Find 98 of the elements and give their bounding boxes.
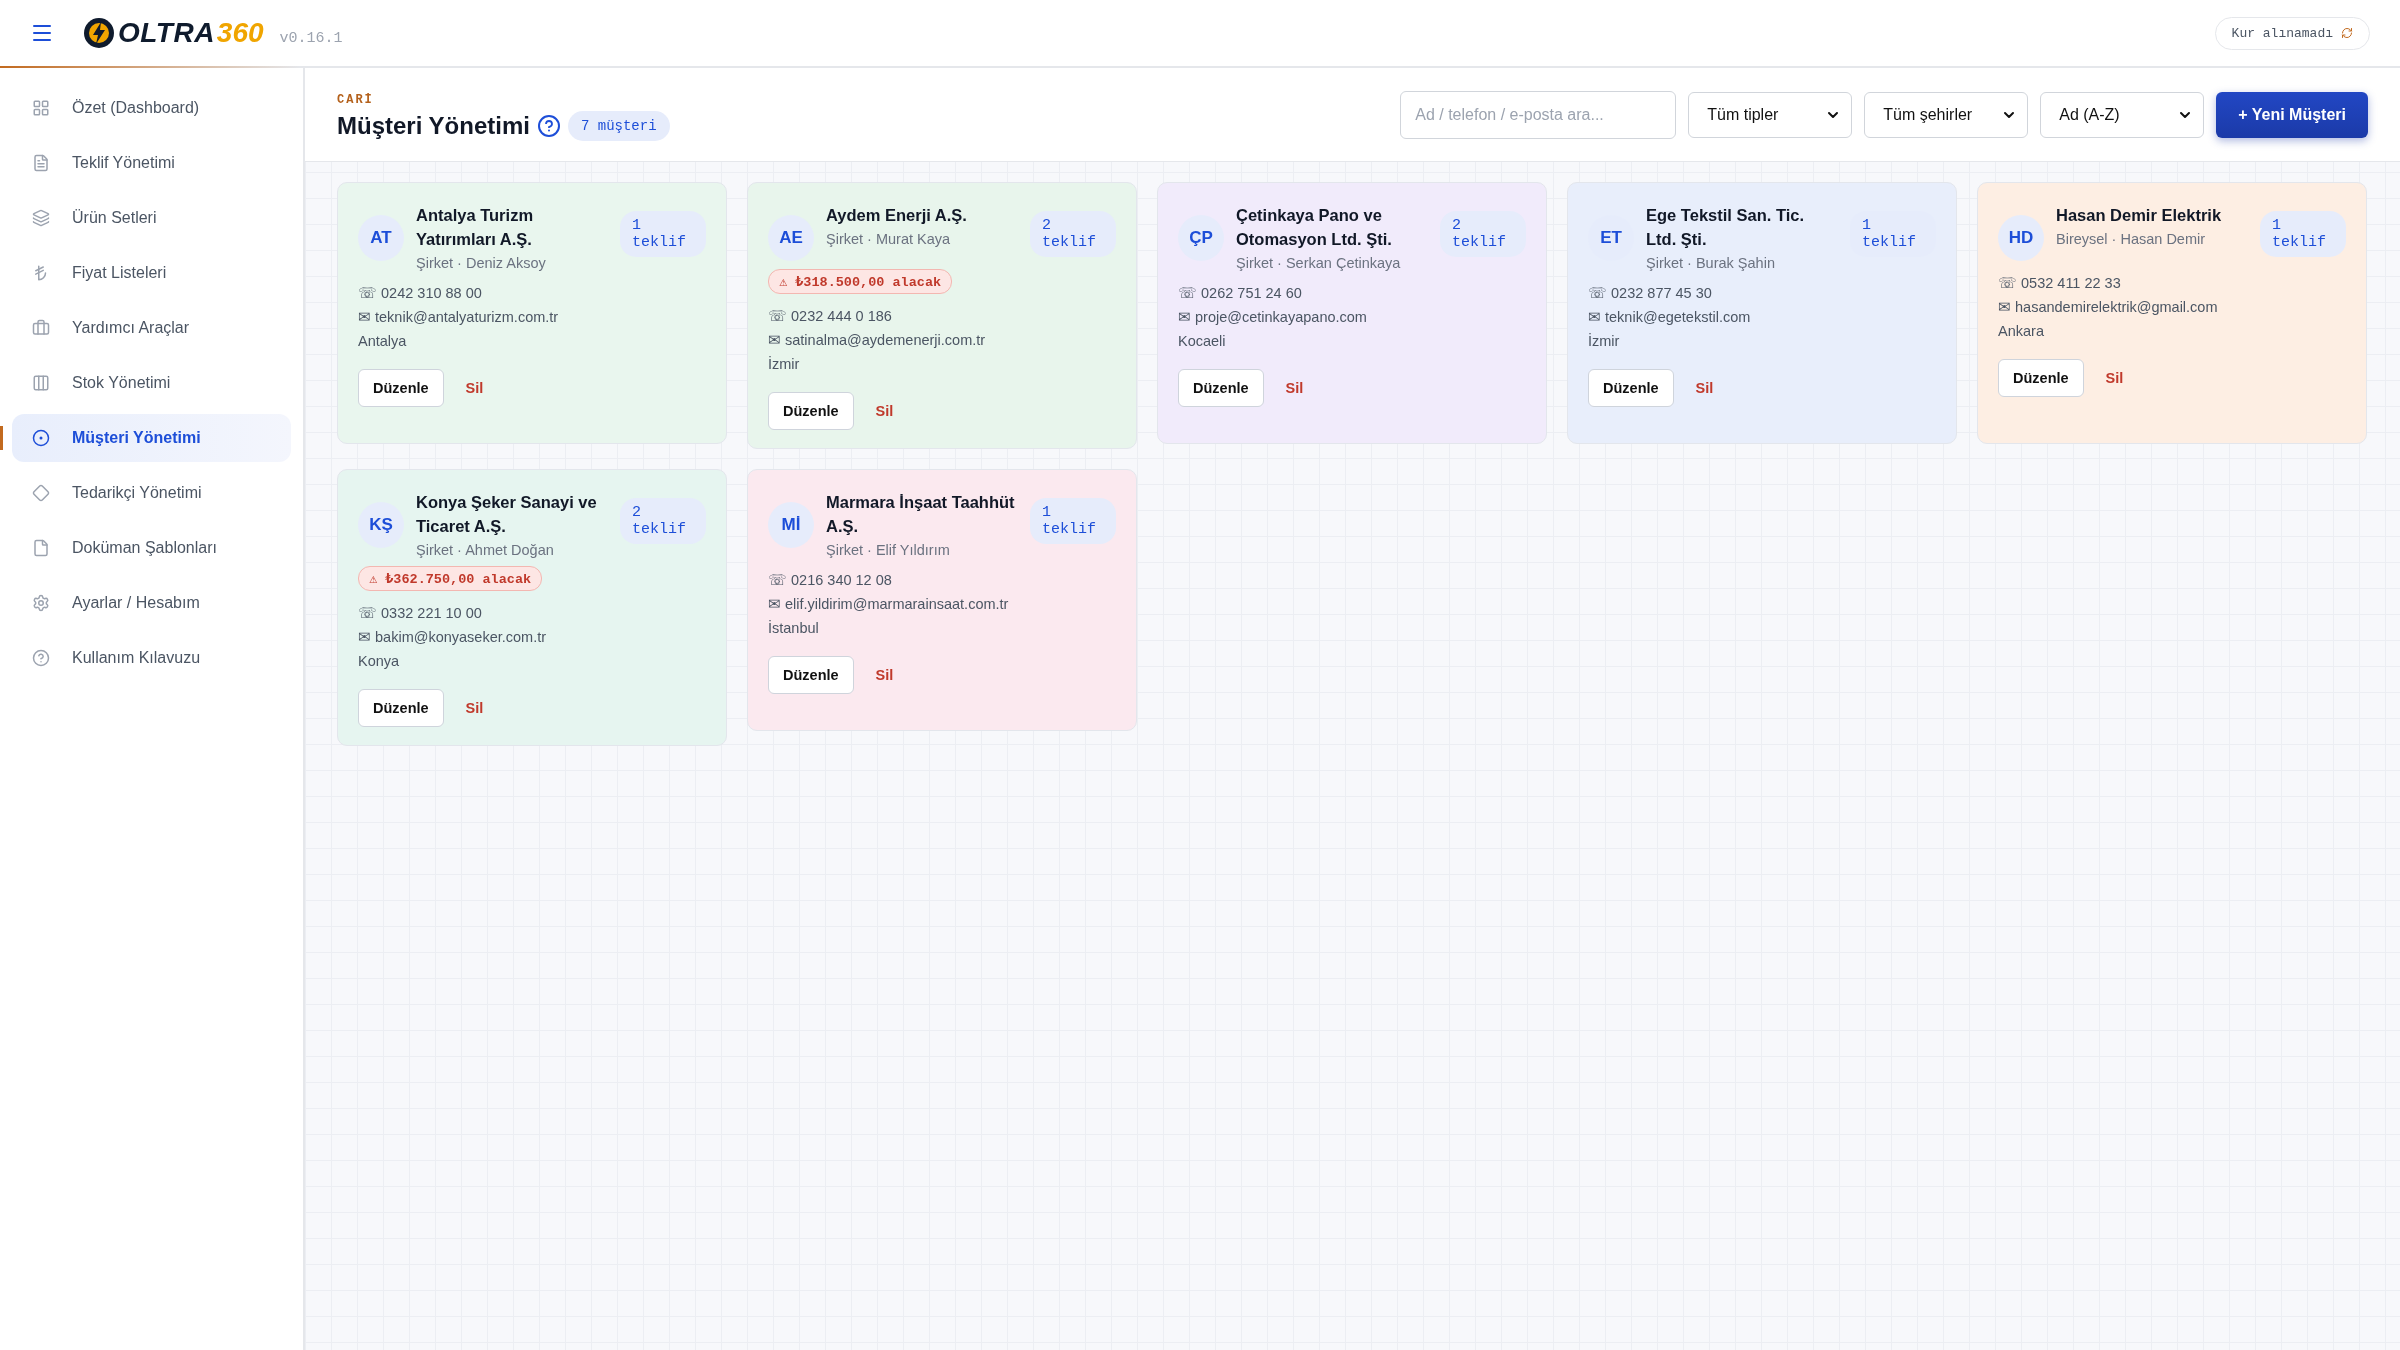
delete-button[interactable]: Sil <box>875 403 894 419</box>
receivable-badge: ⚠ ₺362.750,00 alacak <box>358 566 543 591</box>
email-text: ✉ hasandemirelektrik@gmail.com <box>1998 299 2219 315</box>
city-text: Konya <box>358 653 401 669</box>
offer-count-badge: 2 teklif <box>620 498 706 544</box>
city-text: İstanbul <box>768 620 820 636</box>
filter-dropdown[interactable]: Ad (A-Z) <box>2040 91 2205 138</box>
edit-button[interactable]: Düzenle <box>768 392 854 430</box>
delete-button[interactable]: Sil <box>465 380 484 396</box>
customer-name: Marmara İnşaat Taahhüt A.Ş. <box>826 492 1016 537</box>
sidebar-item[interactable]: Yardımcı Araçlar <box>12 304 291 352</box>
initials-avatar: AE <box>768 215 814 261</box>
phone-text: ☏ 0216 340 12 08 <box>768 572 893 588</box>
customer-subtitle: Şirket · Deniz Aksoy <box>416 255 547 271</box>
email-text: ✉ satinalma@aydemenerji.com.tr <box>768 332 987 348</box>
new-customer-button[interactable]: + Yeni Müşteri <box>2216 91 2368 138</box>
columns-icon <box>32 374 50 392</box>
sidebar-item[interactable]: Özet (Dashboard) <box>12 84 291 132</box>
count-badge: 7 müşteri <box>567 110 670 141</box>
phone-text: ☏ 0262 751 24 60 <box>1178 285 1303 301</box>
sidebar-item[interactable]: Teklif Yönetimi <box>12 139 291 187</box>
sidebar-item[interactable]: Doküman Şablonları <box>12 524 291 572</box>
offer-count-badge: 2 teklif <box>1440 211 1526 257</box>
customer-name: Hasan Demir Elektrik <box>2056 205 2223 226</box>
refresh-icon <box>2341 27 2353 39</box>
initials-avatar: Mİ <box>768 502 814 548</box>
phone-text: ☏ 0232 877 45 30 <box>1588 285 1713 301</box>
initials-avatar: KŞ <box>358 502 404 548</box>
help-button[interactable] <box>537 114 560 137</box>
email-text: ✉ proje@cetinkayapano.com <box>1178 309 1368 325</box>
email-text: ✉ teknik@antalyaturizm.com.tr <box>358 309 560 325</box>
sidebar-item[interactable]: Ayarlar / Hesabım <box>12 579 291 627</box>
email-text: ✉ bakim@konyaseker.com.tr <box>358 629 548 645</box>
receivable-badge: ⚠ ₺318.500,00 alacak <box>768 269 953 294</box>
offer-count-badge: 1 teklif <box>1030 498 1116 544</box>
edit-button[interactable]: Düzenle <box>358 369 444 407</box>
customer-name: Aydem Enerji A.Ş. <box>826 205 968 226</box>
phone-text: ☏ 0232 444 0 186 <box>768 308 893 324</box>
initials-avatar: HD <box>1998 215 2044 261</box>
email-text: ✉ elif.yildirim@marmarainsaat.com.tr <box>768 596 1010 612</box>
city-text: İzmir <box>768 356 801 372</box>
diamond-icon <box>32 484 50 502</box>
document-icon <box>32 539 50 557</box>
city-text: Antalya <box>358 333 408 349</box>
sidebar-item[interactable]: Kullanım Kılavuzu <box>12 634 291 682</box>
page-title: Müşteri Yönetimi <box>337 111 530 140</box>
radio-dot-icon <box>32 429 50 447</box>
phone-text: ☏ 0532 411 22 33 <box>1998 275 2122 291</box>
layers-icon <box>32 209 50 227</box>
customer-subtitle: Şirket · Murat Kaya <box>826 231 952 247</box>
edit-button[interactable]: Düzenle <box>1178 369 1264 407</box>
logo: OLTRA360 <box>82 16 264 50</box>
delete-button[interactable]: Sil <box>1285 380 1304 396</box>
edit-button[interactable]: Düzenle <box>1998 359 2084 397</box>
list-icon <box>32 154 50 172</box>
delete-button[interactable]: Sil <box>1695 380 1714 396</box>
city-text: Ankara <box>1998 323 2045 339</box>
customer-subtitle: Bireysel · Hasan Demir <box>2056 231 2207 247</box>
help-icon <box>32 649 50 667</box>
customer-subtitle: Şirket · Ahmet Doğan <box>416 542 555 558</box>
delete-button[interactable]: Sil <box>2105 370 2124 386</box>
help-icon <box>543 119 554 132</box>
grid-icon <box>32 99 50 117</box>
rate-status-button[interactable]: Kur alınamadı <box>2214 16 2370 50</box>
edit-button[interactable]: Düzenle <box>768 656 854 694</box>
sidebar-item[interactable]: Ürün Setleri <box>12 194 291 242</box>
version-label: v0.16.1 <box>279 29 343 47</box>
initials-avatar: ÇP <box>1178 215 1224 261</box>
offer-count-badge: 2 teklif <box>1030 211 1116 257</box>
phone-text: ☏ 0332 221 10 00 <box>358 605 483 621</box>
customer-name: Çetinkaya Pano ve Otomasyon Ltd. Şti. <box>1236 205 1393 250</box>
edit-button[interactable]: Düzenle <box>358 689 444 727</box>
search-field[interactable]: Ad / telefon / e-posta ara... <box>1400 90 1677 139</box>
offer-count-badge: 1 teklif <box>2260 211 2346 257</box>
customer-subtitle: Şirket · Burak Şahin <box>1646 255 1776 271</box>
settings-icon <box>32 594 50 612</box>
customer-name: Antalya Turizm Yatırımları A.Ş. <box>416 205 535 250</box>
initials-avatar: AT <box>358 215 404 261</box>
sidebar-item[interactable]: Fiyat Listeleri <box>12 249 291 297</box>
email-text: ✉ teknik@egetekstil.com <box>1588 309 1752 325</box>
sidebar-item[interactable]: Stok Yönetimi <box>12 359 291 407</box>
lightning-logo-icon <box>82 16 116 50</box>
city-text: İzmir <box>1588 333 1621 349</box>
customer-name: Ege Tekstil San. Tic. Ltd. Şti. <box>1646 205 1806 250</box>
edit-button[interactable]: Düzenle <box>1588 369 1674 407</box>
filter-dropdown[interactable]: Tüm tipler <box>1688 91 1853 138</box>
briefcase-icon <box>32 319 50 337</box>
filter-dropdown[interactable]: Tüm şehirler <box>1864 91 2029 138</box>
section-label: CARİ <box>337 92 375 107</box>
customer-subtitle: Şirket · Serkan Çetinkaya <box>1236 255 1402 271</box>
sidebar-item[interactable]: Tedarikçi Yönetimi <box>12 469 291 517</box>
phone-text: ☏ 0242 310 88 00 <box>358 285 483 301</box>
city-text: Kocaeli <box>1178 333 1227 349</box>
offer-count-badge: 1 teklif <box>620 211 706 257</box>
customer-name: Konya Şeker Sanayi ve Ticaret A.Ş. <box>416 492 598 537</box>
delete-button[interactable]: Sil <box>465 700 484 716</box>
customer-subtitle: Şirket · Elif Yıldırım <box>826 542 951 558</box>
delete-button[interactable]: Sil <box>875 667 894 683</box>
